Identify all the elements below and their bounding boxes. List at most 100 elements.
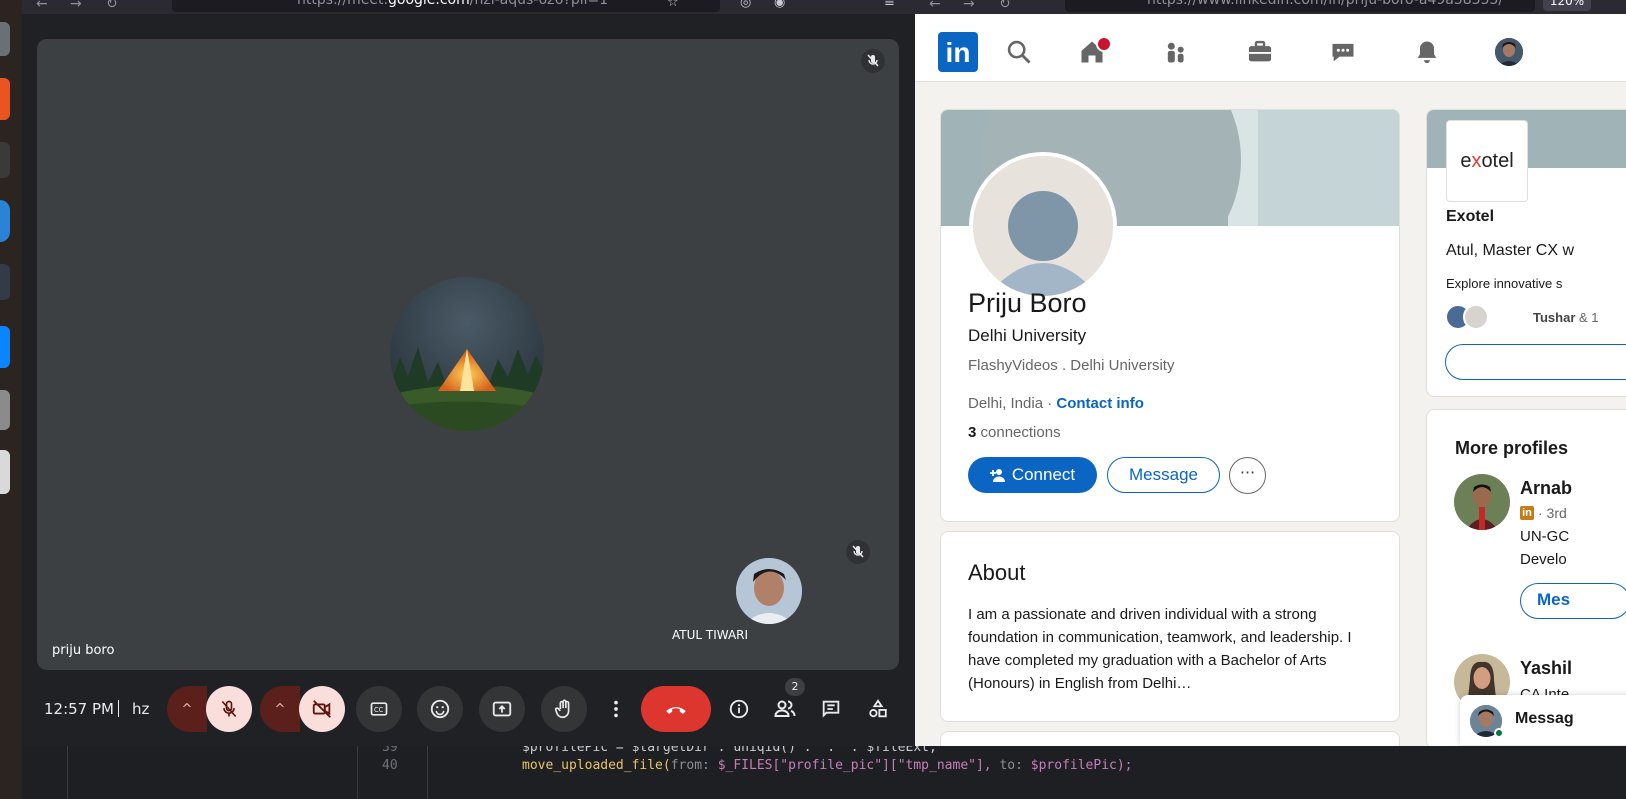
add-person-icon — [989, 469, 1005, 482]
dock-app-icon[interactable] — [0, 326, 10, 368]
present-screen-button[interactable] — [479, 686, 525, 732]
notifications-icon[interactable] — [1413, 38, 1441, 66]
more-actions-button[interactable]: ··· — [1229, 457, 1266, 494]
captions-button[interactable]: CC — [356, 686, 402, 732]
present-screen-icon — [492, 701, 512, 717]
end-call-icon — [666, 707, 686, 714]
emoji-button[interactable] — [417, 686, 463, 732]
end-call-button[interactable] — [641, 686, 711, 732]
profile-photo-placeholder[interactable] — [969, 152, 1117, 300]
divider — [427, 746, 428, 799]
profile-photo[interactable] — [1454, 474, 1510, 530]
ad-follow-button[interactable] — [1445, 344, 1626, 380]
linkedin-url-text: https://www.linkedin.com/in/priju-boro-a… — [1147, 0, 1504, 8]
contact-info-link[interactable]: Contact info — [1056, 395, 1144, 412]
clock: 12:57 PM — [44, 700, 114, 718]
info-icon — [729, 699, 749, 719]
dock-app-icon[interactable] — [0, 78, 10, 120]
activities-button[interactable] — [855, 686, 901, 732]
line-number: 40 — [382, 758, 398, 773]
forward-icon[interactable]: → — [70, 0, 82, 12]
back-icon[interactable]: ← — [929, 0, 941, 12]
extensions-icon[interactable]: ◎ — [740, 0, 751, 10]
hand-icon — [554, 699, 570, 719]
chevron-up-icon: ^ — [274, 701, 286, 717]
dock-app-icon[interactable] — [0, 390, 10, 430]
zoom-level-badge[interactable]: 120% — [1543, 0, 1591, 11]
connections-count[interactable]: 3 connections — [968, 424, 1061, 441]
reload-icon[interactable]: ↻ — [999, 0, 1011, 12]
svg-text:CC: CC — [374, 706, 384, 714]
ad-headline: Atul, Master CX w — [1446, 242, 1575, 259]
messaging-icon[interactable] — [1329, 38, 1357, 66]
profile-location: Delhi, India · Contact info — [968, 395, 1144, 412]
message-button[interactable]: Message — [1107, 457, 1220, 493]
dock-app-icon[interactable] — [0, 22, 10, 56]
dock-app-icon[interactable] — [0, 200, 10, 242]
meeting-info-button[interactable] — [716, 686, 762, 732]
forward-icon[interactable]: → — [963, 0, 975, 12]
more-profiles-title: More profiles — [1455, 438, 1569, 458]
people-icon — [774, 700, 796, 717]
bookmark-star-icon[interactable]: ☆ — [667, 0, 679, 10]
more-options-button[interactable] — [593, 686, 639, 732]
suggested-profile-name[interactable]: Arnab — [1520, 478, 1572, 499]
reload-icon[interactable]: ↻ — [106, 0, 118, 12]
dock-app-icon[interactable] — [0, 450, 10, 494]
mic-options-button[interactable]: ^ — [167, 686, 207, 732]
back-icon[interactable]: ← — [36, 0, 48, 12]
dock-app-icon[interactable] — [0, 142, 10, 178]
connect-button[interactable]: Connect — [968, 457, 1097, 493]
search-icon[interactable] — [1005, 38, 1033, 66]
mic-toggle-button[interactable] — [206, 686, 252, 732]
notification-dot — [1096, 36, 1112, 52]
chevron-up-icon: ^ — [181, 701, 193, 717]
captions-icon: CC — [370, 702, 388, 716]
follower-avatar — [1463, 304, 1489, 330]
profile-experience: FlashyVideos . Delhi University — [968, 357, 1175, 374]
dock-app-icon[interactable] — [0, 264, 10, 300]
connection-degree: in · 3rd — [1520, 505, 1567, 521]
linkedin-window: ← → ↻ https://www.linkedin.com/in/priju-… — [915, 0, 1626, 746]
messaging-overlay[interactable]: Messag — [1460, 695, 1626, 745]
main-participant-name: priju boro — [52, 643, 115, 658]
raise-hand-button[interactable] — [541, 686, 587, 732]
linkedin-premium-icon: in — [1520, 506, 1534, 520]
suggested-message-button[interactable]: Mes — [1520, 583, 1626, 619]
menu-icon[interactable]: ≡ — [884, 0, 895, 10]
self-avatar — [736, 558, 802, 624]
ad-followers-text: Tushar & 1 — [1533, 310, 1599, 325]
call-controls-bar: 12:57 PM hz ^ ^ CC 2 — [22, 672, 915, 746]
jobs-icon[interactable] — [1246, 38, 1274, 66]
suggested-profile-name[interactable]: Yashil — [1520, 658, 1572, 679]
self-view-tile[interactable]: ATUL TIWARI — [656, 529, 882, 655]
account-icon[interactable]: ◉ — [774, 0, 785, 10]
linkedin-global-nav: in — [915, 14, 1626, 82]
people-button[interactable] — [762, 686, 808, 732]
exotel-logo[interactable]: exotel — [1446, 120, 1528, 202]
meet-url-field[interactable]: https://meet.google.com/hzi-aqus-oz6?pli… — [172, 0, 720, 12]
next-section-card — [940, 731, 1400, 746]
chat-button[interactable] — [808, 686, 854, 732]
sponsored-ad-card[interactable]: exotel Exotel Atul, Master CX w Explore … — [1426, 109, 1626, 397]
linkedin-url-field[interactable]: https://www.linkedin.com/in/priju-boro-a… — [1065, 0, 1535, 12]
linkedin-logo[interactable]: in — [938, 32, 978, 72]
online-status-dot — [1494, 728, 1504, 738]
camera-options-button[interactable]: ^ — [260, 686, 300, 732]
ad-subtext: Explore innovative s — [1446, 276, 1563, 291]
meet-url-text: https://meet.google.com/hzi-aqus-oz6?pli… — [297, 0, 609, 8]
profile-card: Priju Boro Delhi University FlashyVideos… — [940, 109, 1400, 522]
participant-avatar — [390, 277, 544, 431]
emoji-icon — [430, 699, 450, 719]
connect-label: Connect — [1011, 465, 1076, 484]
mic-off-icon — [221, 700, 237, 718]
camera-toggle-button[interactable] — [299, 686, 345, 732]
network-icon[interactable] — [1162, 38, 1190, 66]
meet-window: ← → ↻ https://meet.google.com/hzi-aqus-o… — [22, 0, 915, 778]
me-avatar[interactable] — [1495, 38, 1523, 66]
about-text: I am a passionate and driven individual … — [968, 606, 1352, 692]
messaging-label: Messag — [1515, 710, 1574, 727]
about-section: About I am a passionate and driven indiv… — [940, 531, 1400, 722]
meet-browser-toolbar: ← → ↻ https://meet.google.com/hzi-aqus-o… — [22, 0, 915, 14]
self-participant-name: ATUL TIWARI — [672, 628, 749, 642]
